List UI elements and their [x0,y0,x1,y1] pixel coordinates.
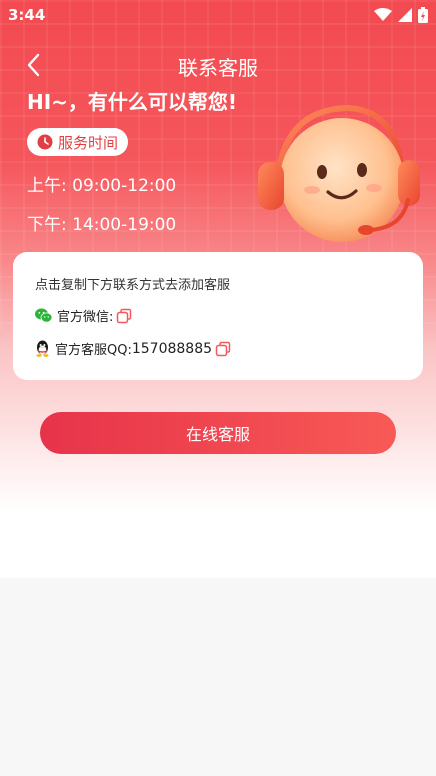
qq-label: 官方客服QQ: [55,343,132,358]
qq-penguin-icon [36,340,49,357]
copy-hint: 点击复制下方联系方式去添加客服 [35,278,231,293]
copy-qq-icon[interactable] [215,341,231,357]
battery-icon [418,7,428,23]
service-time-label: 服务时间 [58,133,119,152]
wechat-label: 官方微信: [57,310,114,325]
wechat-row: 官方微信: [35,306,132,325]
system-icons [374,7,428,23]
online-service-button[interactable]: 在线客服 [40,412,396,454]
page-background [0,578,436,776]
status-time: 3:44 [8,6,46,24]
status-bar: 3:44 [0,0,436,30]
service-time-badge: 服务时间 [27,128,129,156]
qq-row: 官方客服QQ: 157088885 [35,339,231,358]
afternoon-hours: 下午: 14:00-19:00 [27,215,177,235]
signal-icon [398,8,412,22]
customer-service-mascot [258,104,420,242]
contact-card: 点击复制下方联系方式去添加客服 官方微信: 官方客服QQ: 157088885 [13,252,423,380]
qq-value: 157088885 [131,340,213,357]
morning-hours: 上午: 09:00-12:00 [27,176,177,196]
nav-bar: 联系客服 [0,44,436,84]
wechat-icon [35,308,52,323]
wifi-icon [374,8,392,21]
greeting-text: HI~，有什么可以帮您! [27,90,238,114]
clock-icon [37,134,53,150]
page-title: 联系客服 [178,56,258,80]
copy-wechat-icon[interactable] [116,308,132,324]
